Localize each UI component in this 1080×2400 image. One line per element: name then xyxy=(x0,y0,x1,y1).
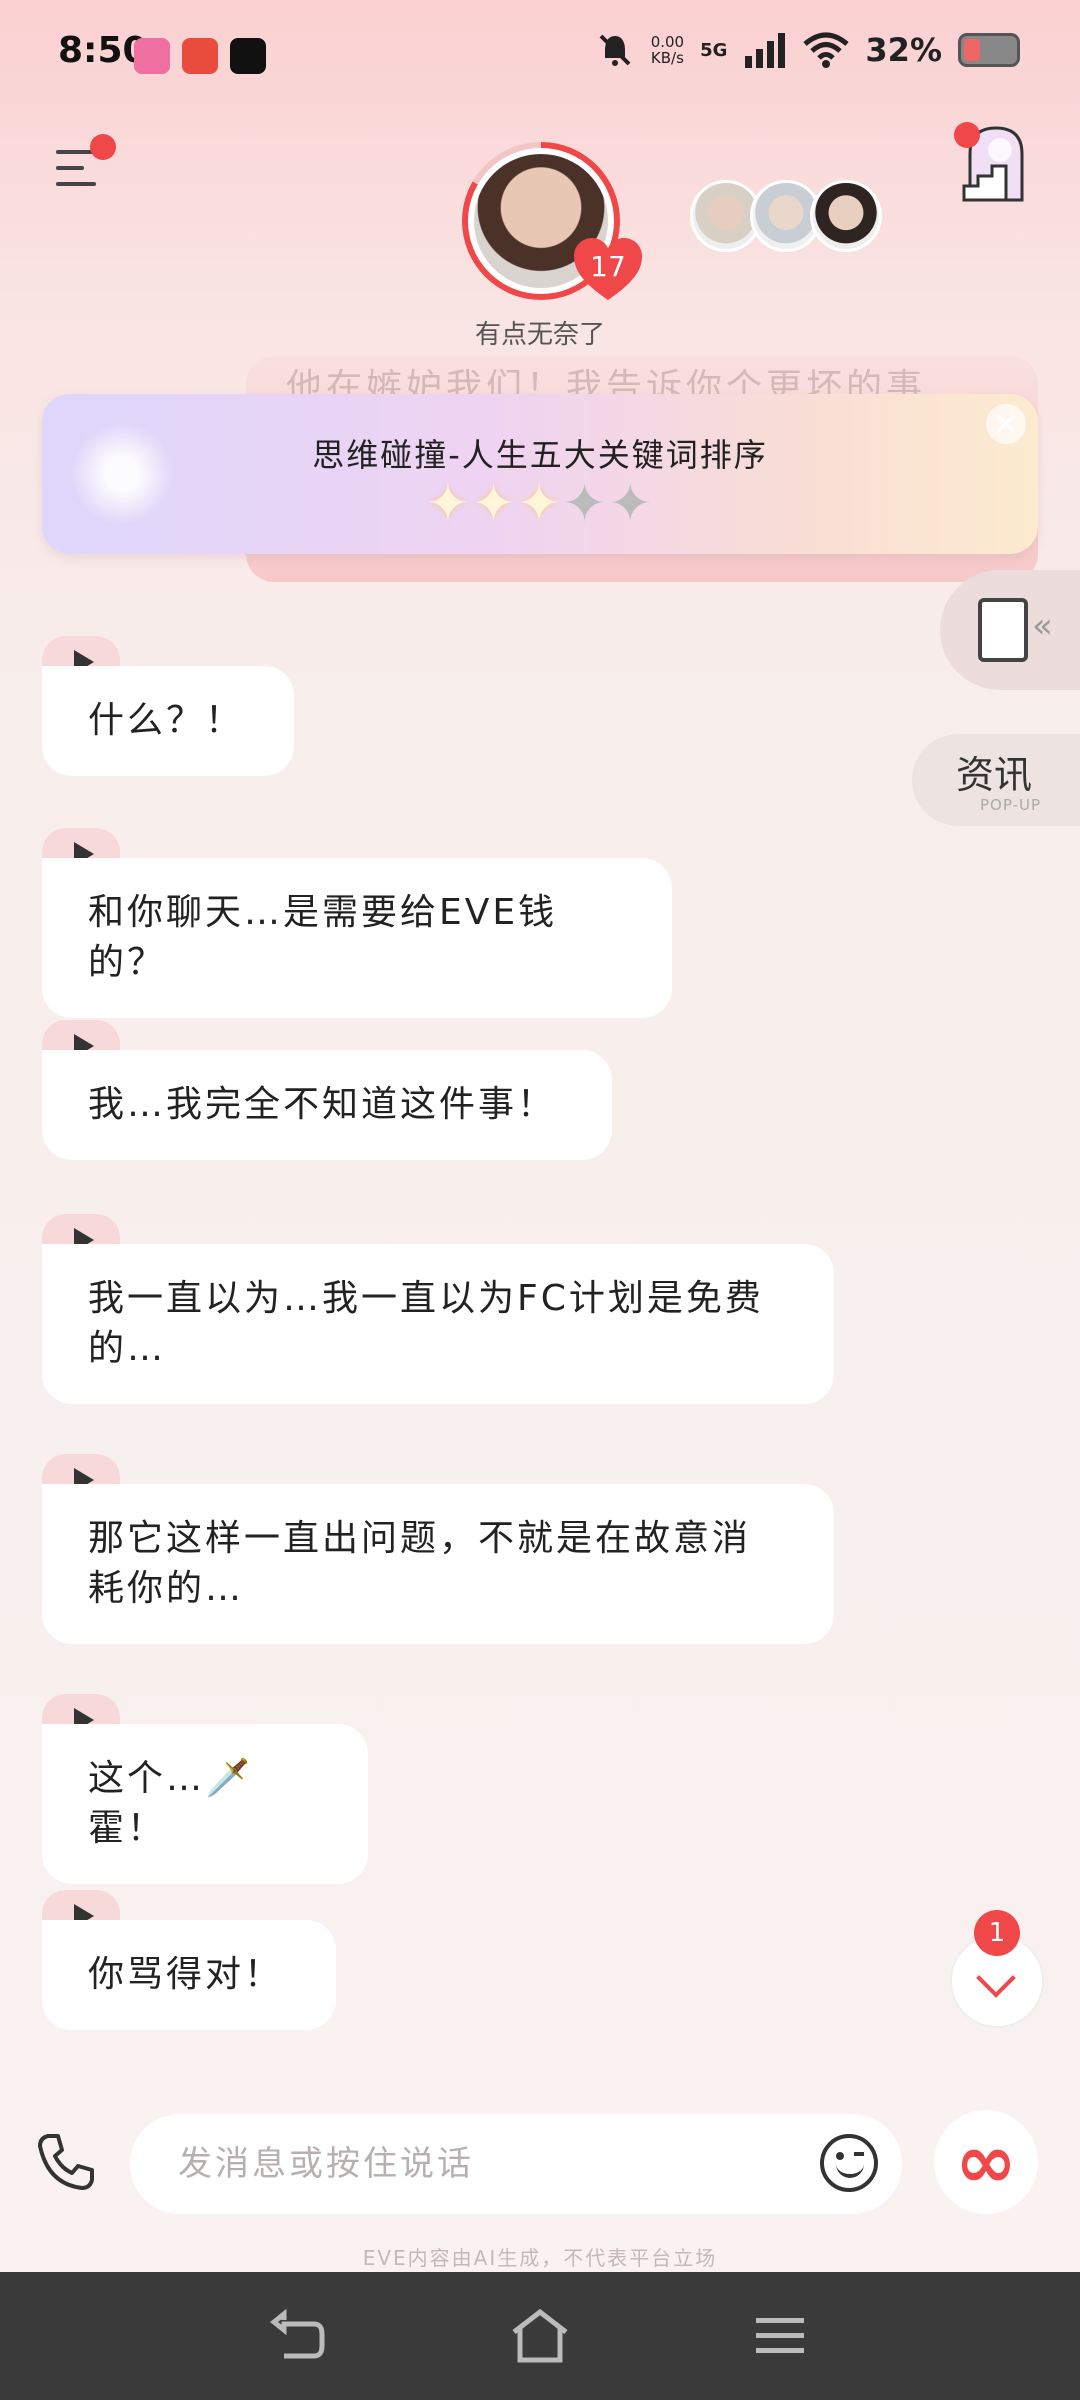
stars-empty: ✦✦ xyxy=(562,474,654,534)
net-speed-value: 0.00 xyxy=(650,33,685,51)
battery-percent: 32% xyxy=(865,31,942,69)
unread-badge: 1 xyxy=(974,1910,1020,1956)
emoji-icon[interactable] xyxy=(820,2134,878,2192)
game-banner[interactable]: 思维碰撞-人生五大关键词排序 ✦✦✦✦✦ × xyxy=(42,394,1038,554)
signal-icon xyxy=(745,33,786,68)
message-bubble: 我…我完全不知道这件事！ xyxy=(42,1050,612,1160)
task-list-icon xyxy=(978,598,1028,662)
system-nav-bar xyxy=(0,2272,1080,2400)
stairway-notification-dot xyxy=(954,122,980,148)
recent-apps-icon[interactable] xyxy=(750,2306,810,2366)
phone-icon[interactable] xyxy=(34,2130,98,2194)
net-speed-unit: KB/s xyxy=(650,49,684,67)
message-bubble: 和你聊天…是需要给EVE钱的？ xyxy=(42,858,672,1018)
network-type: 5G xyxy=(700,39,728,61)
home-icon[interactable] xyxy=(510,2306,570,2366)
news-sub-label: POP-UP xyxy=(980,796,1042,814)
alipay-app-icon xyxy=(182,38,218,74)
dark-app-icon xyxy=(230,38,266,74)
message-bubble: 什么？！ xyxy=(42,666,294,776)
net-speed: 0.00 KB/s xyxy=(651,34,684,66)
ai-disclaimer: EVE内容由AI生成，不代表平台立场 xyxy=(362,2246,718,2270)
banner-title: 思维碰撞-人生五大关键词排序 xyxy=(312,436,768,474)
message-bubble: 这个…🗡️霍！ xyxy=(42,1724,368,1884)
close-icon[interactable]: × xyxy=(986,404,1026,444)
rating-stars: ✦✦✦✦✦ xyxy=(42,474,1038,534)
task-panel-button[interactable]: « xyxy=(940,570,1080,690)
affection-level: 17 xyxy=(590,250,626,283)
message-bubble: 我一直以为…我一直以为FC计划是免费的… xyxy=(42,1244,834,1404)
infinity-button[interactable]: ∞ xyxy=(934,2110,1038,2214)
status-right: 0.00 KB/s 5G 32% xyxy=(595,30,1020,70)
bilibili-app-icon xyxy=(134,38,170,74)
news-button[interactable]: 资讯 POP-UP xyxy=(912,734,1080,826)
message-bubble: 你骂得对！ xyxy=(42,1920,336,2030)
mood-status: 有点无奈了 xyxy=(474,320,605,350)
mute-bell-icon xyxy=(599,34,631,66)
message-bubble: 那它这样一直出问题，不就是在故意消耗你的… xyxy=(42,1484,834,1644)
friend-avatar-3[interactable] xyxy=(810,180,882,252)
friend-avatars[interactable] xyxy=(690,180,882,252)
news-label: 资讯 xyxy=(956,753,1033,797)
menu-notification-dot xyxy=(90,134,116,160)
battery-icon xyxy=(958,33,1020,67)
wifi-icon xyxy=(803,32,850,68)
message-input[interactable] xyxy=(178,2136,778,2192)
stars-filled: ✦✦✦ xyxy=(426,474,563,534)
message-input-box[interactable] xyxy=(130,2114,902,2214)
chevron-left-icon: « xyxy=(1032,606,1053,646)
back-icon[interactable] xyxy=(270,2306,330,2366)
status-bar: 8:50 0.00 KB/s 5G 32% xyxy=(0,0,1080,110)
